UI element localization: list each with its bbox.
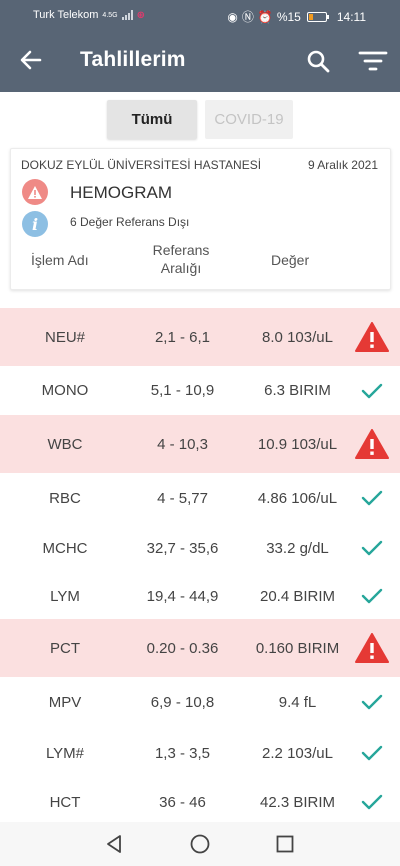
column-header-reference-line1: Referans xyxy=(152,242,210,258)
search-icon[interactable] xyxy=(305,48,331,74)
battery-percent: %15 xyxy=(276,9,301,24)
result-value: 20.4 BIRIM xyxy=(259,587,336,605)
filter-icon[interactable] xyxy=(358,50,388,72)
alert-icon xyxy=(352,308,392,366)
battery-icon xyxy=(306,11,329,22)
column-header-name: İşlem Adı xyxy=(31,252,89,268)
result-reference: 19,4 - 44,9 xyxy=(146,587,219,605)
result-value: 0.160 BIRIM xyxy=(255,639,340,657)
checkmark-icon xyxy=(352,523,392,573)
result-name: MONO xyxy=(41,382,89,399)
result-value: 10.9 103/uL xyxy=(257,435,338,453)
result-name: WBC xyxy=(47,435,83,453)
result-value: 2.2 103/uL xyxy=(262,744,333,762)
result-reference: 4 - 10,3 xyxy=(157,435,208,453)
status-bar: Turk Telekom 4.5G ⊕ ◉ Ⓝ ⏰ %15 14:11 xyxy=(0,0,400,30)
tab-all[interactable]: Tümü xyxy=(107,100,197,139)
system-nav-bar xyxy=(0,822,400,866)
nav-home-icon[interactable] xyxy=(189,833,211,855)
nav-back-icon[interactable] xyxy=(103,833,125,855)
result-value: 8.0 103/uL xyxy=(262,328,333,346)
test-date: 9 Aralık 2021 xyxy=(307,158,378,172)
notification-icon: ⊕ xyxy=(136,9,145,21)
status-left: Turk Telekom 4.5G ⊕ xyxy=(33,9,145,21)
hospital-name: DOKUZ EYLÜL ÜNİVERSİTESİ HASTANESİ xyxy=(21,158,262,172)
result-reference: 1,3 - 3,5 xyxy=(154,744,211,762)
results-list: NEU# 2,1 - 6,1 8.0 103/uL MONO 5,1 - 10,… xyxy=(0,308,400,825)
network-type: 4.5G xyxy=(102,11,118,19)
page-title: Tahlillerim xyxy=(80,48,186,71)
nfc-icon: Ⓝ xyxy=(241,10,254,24)
checkmark-icon xyxy=(352,677,392,727)
result-name: PCT xyxy=(50,639,80,657)
checkmark-icon xyxy=(352,727,392,779)
column-header-reference-line2: Aralığı xyxy=(160,260,202,276)
result-value: 4.86 106/uL xyxy=(257,489,338,507)
checkmark-icon xyxy=(352,779,392,825)
result-row[interactable]: LYM# 1,3 - 3,5 2.2 103/uL xyxy=(0,727,400,779)
result-name: RBC xyxy=(49,489,81,507)
checkmark-icon xyxy=(352,473,392,523)
result-reference: 36 - 46 xyxy=(159,793,206,811)
result-row[interactable]: WBC 4 - 10,3 10.9 103/uL xyxy=(0,415,400,473)
result-reference: 2,1 - 6,1 xyxy=(154,328,211,346)
checkmark-icon xyxy=(352,366,392,415)
result-name: HCT xyxy=(49,793,81,811)
result-row[interactable]: MPV 6,9 - 10,8 9.4 fL xyxy=(0,677,400,727)
result-reference: 0.20 - 0.36 xyxy=(146,639,219,657)
result-row[interactable]: HCT 36 - 46 42.3 BIRIM xyxy=(0,779,400,825)
alarm-icon: ⏰ xyxy=(257,9,273,24)
result-row[interactable]: NEU# 2,1 - 6,1 8.0 103/uL xyxy=(0,308,400,366)
arrow-left-icon[interactable] xyxy=(18,47,44,73)
result-value: 42.3 BIRIM xyxy=(259,793,336,811)
signal-icon xyxy=(121,10,133,20)
out-of-range-count: 6 Değer Referans Dışı xyxy=(70,215,190,229)
column-header-value: Değer xyxy=(271,252,310,268)
result-reference: 4 - 5,77 xyxy=(157,489,208,507)
result-reference: 5,1 - 10,9 xyxy=(150,382,215,399)
result-name: LYM# xyxy=(45,744,85,762)
clock: 14:11 xyxy=(336,9,366,24)
result-name: LYM xyxy=(50,587,80,605)
nav-recents-icon[interactable] xyxy=(274,833,296,855)
result-reference: 6,9 - 10,8 xyxy=(150,693,215,711)
status-right: ◉ Ⓝ ⏰ %15 14:11 xyxy=(227,8,366,25)
result-name: MPV xyxy=(48,693,82,711)
eye-icon: ◉ xyxy=(227,9,238,24)
warning-icon xyxy=(22,179,48,205)
app-bar: Tahlillerim xyxy=(0,30,400,92)
result-value: 33.2 g/dL xyxy=(266,539,329,557)
result-reference: 32,7 - 35,6 xyxy=(146,539,219,557)
test-summary-card[interactable]: DOKUZ EYLÜL ÜNİVERSİTESİ HASTANESİ 9 Ara… xyxy=(10,148,391,290)
result-value: 6.3 BIRIM xyxy=(264,382,331,399)
result-row[interactable]: MONO 5,1 - 10,9 6.3 BIRIM xyxy=(0,366,400,415)
alert-icon xyxy=(352,619,392,677)
info-icon: i xyxy=(22,211,48,237)
alert-icon xyxy=(352,415,392,473)
result-name: NEU# xyxy=(44,328,85,346)
result-row[interactable]: MCHC 32,7 - 35,6 33.2 g/dL xyxy=(0,523,400,573)
test-name: HEMOGRAM xyxy=(70,183,172,202)
result-row[interactable]: PCT 0.20 - 0.36 0.160 BIRIM xyxy=(0,619,400,677)
result-name: MCHC xyxy=(42,539,88,557)
carrier-name: Turk Telekom xyxy=(33,9,99,21)
result-value: 9.4 fL xyxy=(278,693,317,711)
column-header-reference: Referans Aralığı xyxy=(141,241,221,277)
result-row[interactable]: LYM 19,4 - 44,9 20.4 BIRIM xyxy=(0,573,400,619)
checkmark-icon xyxy=(352,573,392,619)
tab-covid-19[interactable]: COVID-19 xyxy=(205,100,293,139)
result-row[interactable]: RBC 4 - 5,77 4.86 106/uL xyxy=(0,473,400,523)
